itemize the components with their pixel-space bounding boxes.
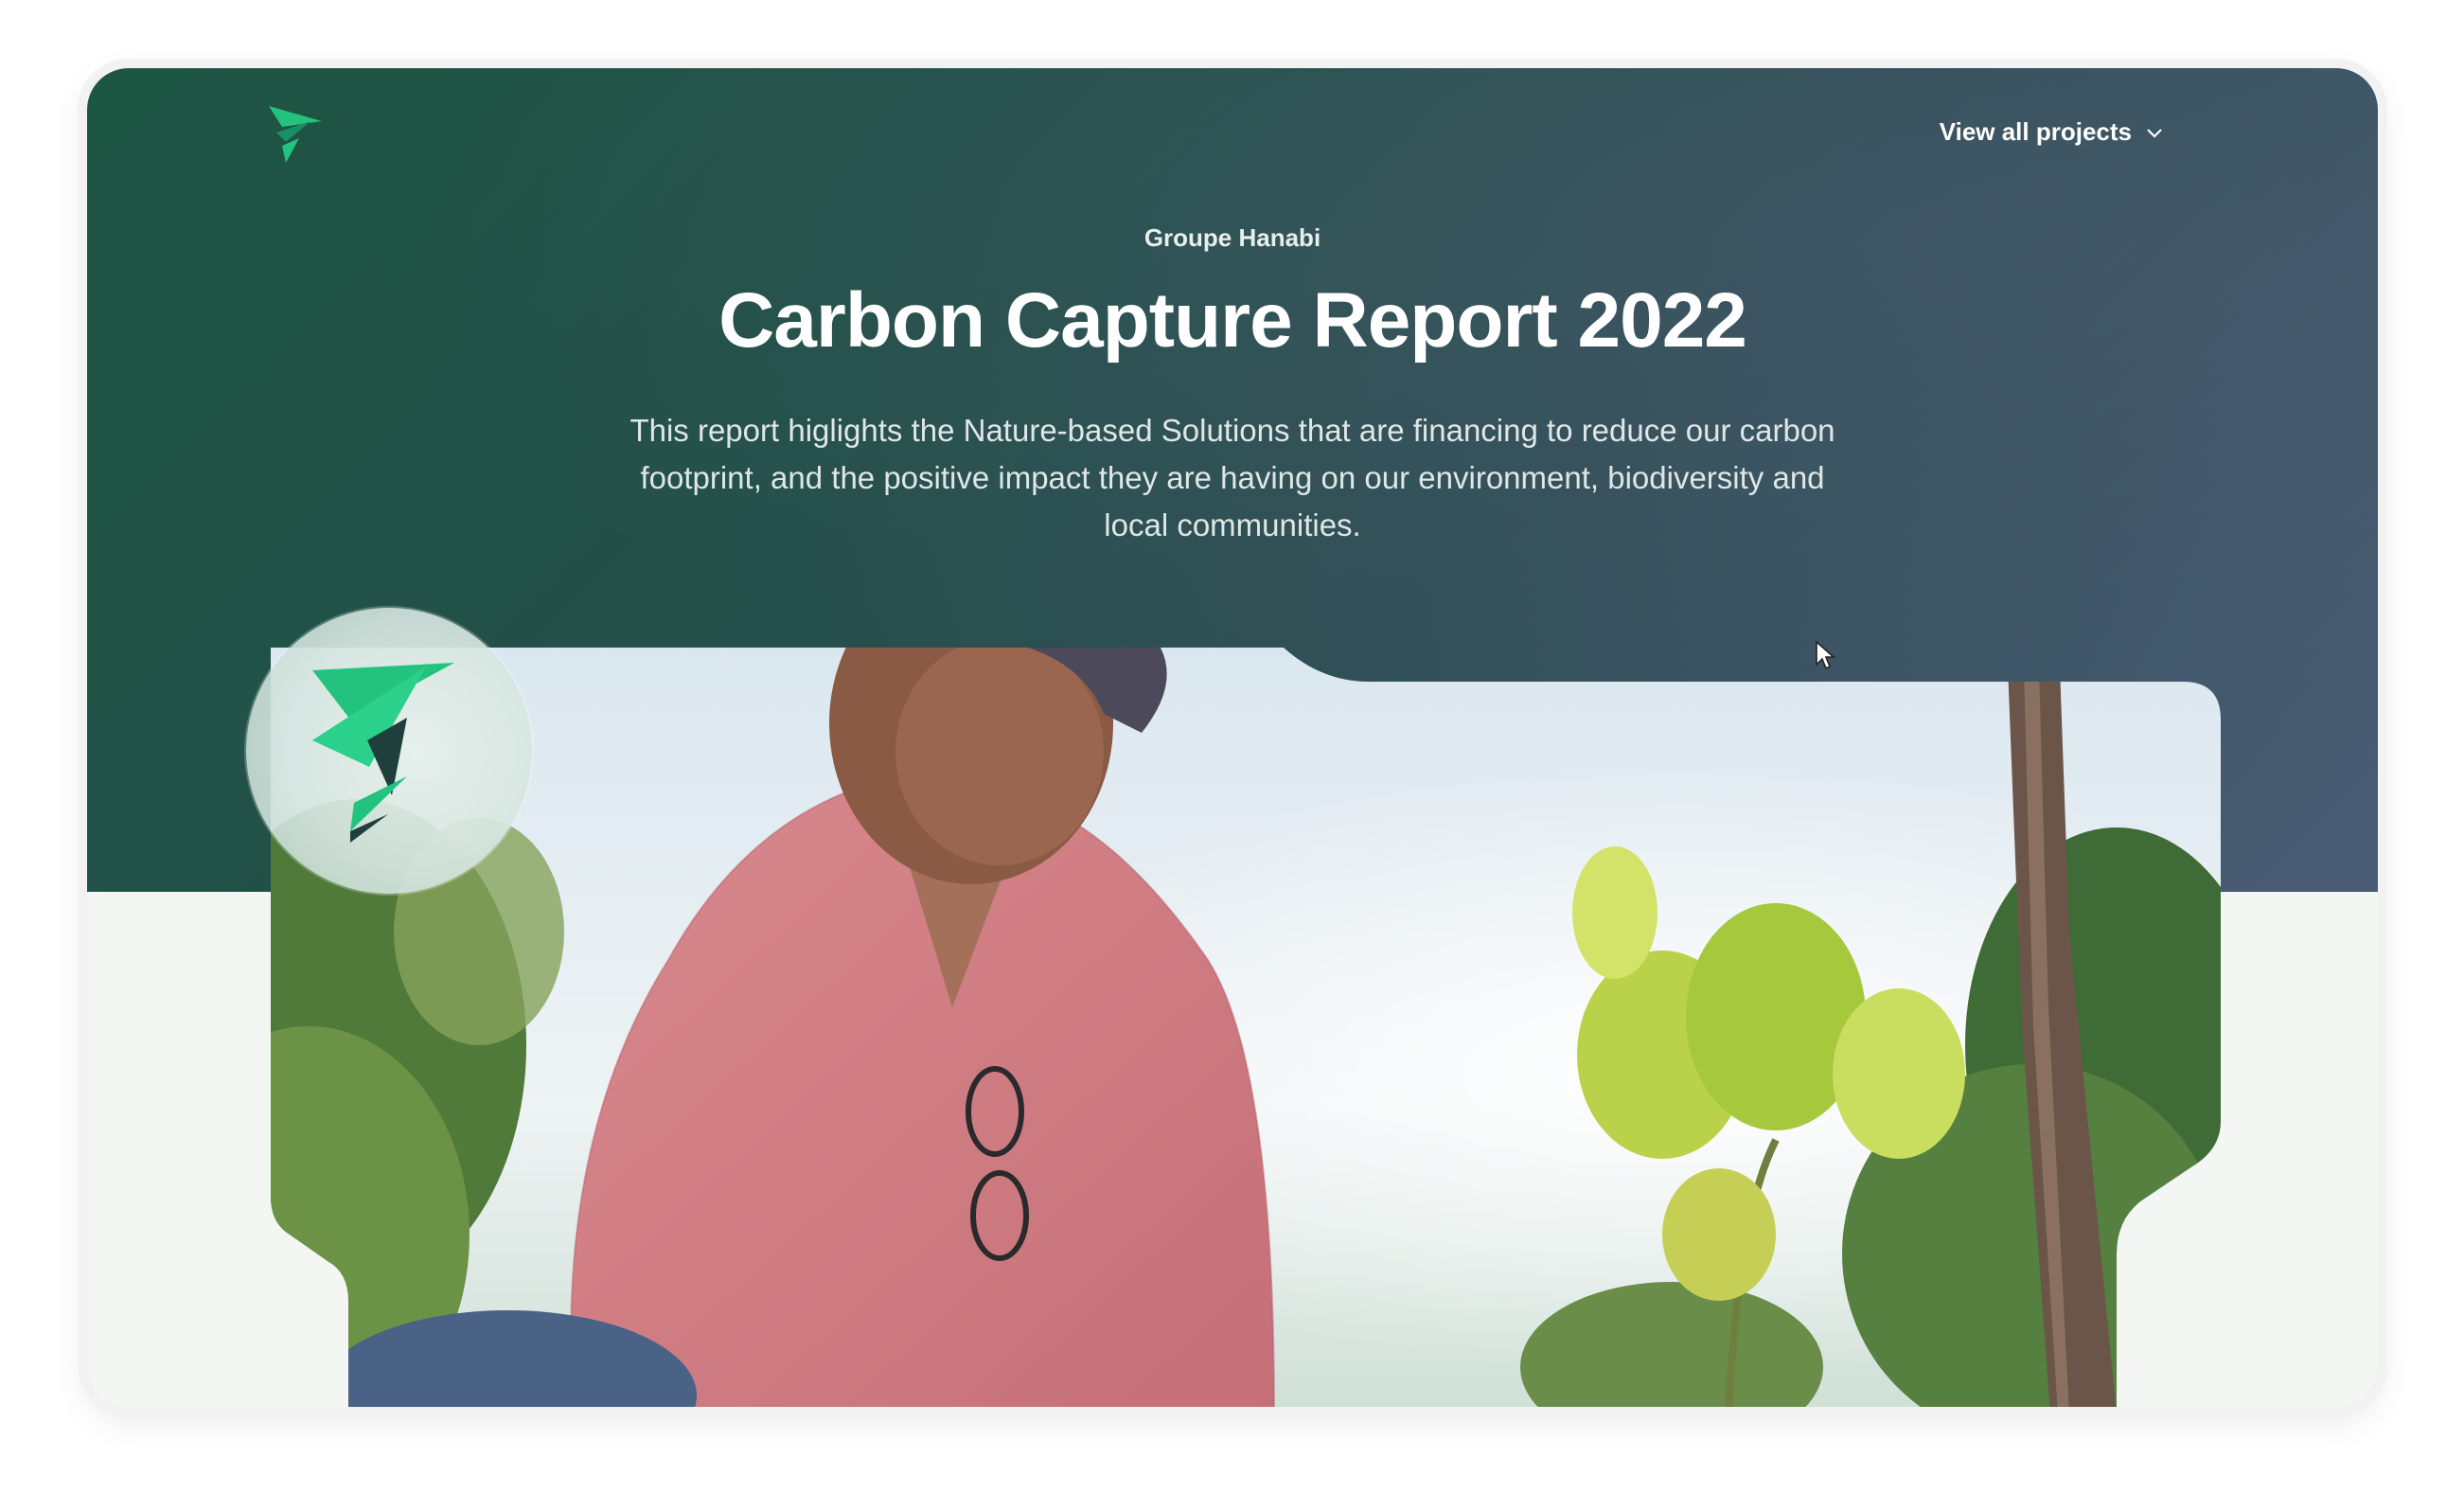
page-window: View all projects Groupe Hanabi Carbon C… bbox=[87, 68, 2378, 1407]
view-all-projects-label: View all projects bbox=[1939, 117, 2132, 146]
view-all-projects-button[interactable]: View all projects bbox=[1940, 117, 2164, 147]
hero-photo bbox=[271, 648, 2230, 1407]
browser-stage: View all projects Groupe Hanabi Carbon C… bbox=[0, 0, 2464, 1511]
page-title: Carbon Capture Report 2022 bbox=[718, 277, 1747, 364]
mouse-cursor-icon bbox=[1816, 640, 1835, 670]
organization-name: Groupe Hanabi bbox=[1143, 223, 1321, 252]
farmer-planting-seedling-photo bbox=[271, 648, 2221, 1407]
hanabi-arrow-badge-glyph-icon bbox=[312, 663, 454, 843]
chevron-down-icon bbox=[2147, 128, 2162, 138]
hanabi-arrow-logo-icon[interactable] bbox=[267, 104, 324, 165]
page-description: This report higlights the Nature-based S… bbox=[629, 413, 1835, 542]
hanabi-arrow-badge-icon bbox=[246, 608, 532, 894]
